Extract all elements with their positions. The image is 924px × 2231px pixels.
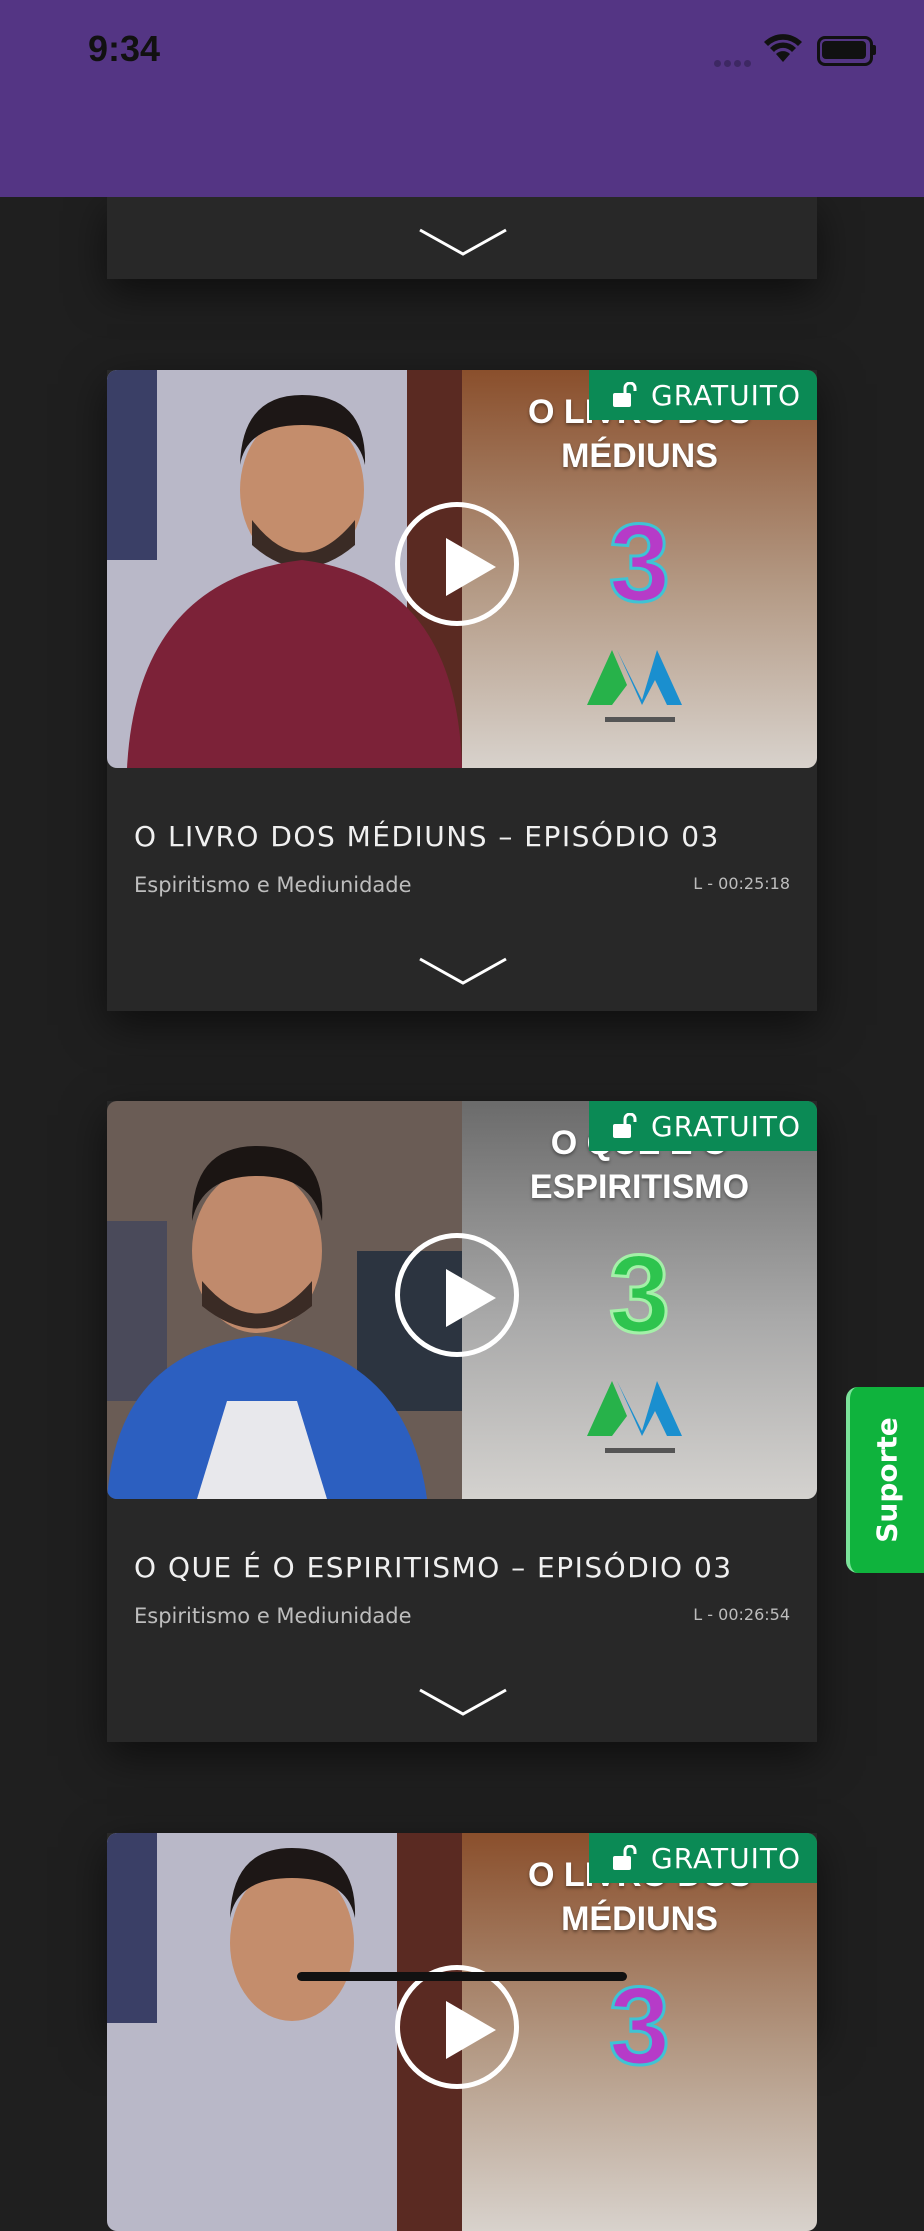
free-badge: GRATUITO <box>589 370 817 420</box>
app-header: 9:34 <box>0 0 924 197</box>
cellular-signal-icon <box>714 54 754 72</box>
video-card[interactable]: O LIVRO DOS MÉDIUNS 3 GRATUITO O LIVRO D… <box>107 370 817 1011</box>
video-duration: L - 00:26:54 <box>693 1605 790 1624</box>
chevron-down-icon[interactable] <box>418 227 508 257</box>
play-button[interactable] <box>395 1233 519 1357</box>
video-card[interactable]: O QUE É O ESPIRITISMO 3 GRATUITO O QUE É… <box>107 1101 817 1742</box>
video-thumbnail[interactable]: O QUE É O ESPIRITISMO 3 GRATUITO <box>107 1101 817 1499</box>
unlock-icon <box>613 1113 637 1138</box>
wifi-icon <box>764 34 802 62</box>
video-title[interactable]: O LIVRO DOS MÉDIUNS – EPISÓDIO 03 <box>134 820 720 853</box>
video-category: Espiritismo e Mediunidade <box>134 873 412 897</box>
chevron-down-icon[interactable] <box>418 1687 508 1717</box>
video-title[interactable]: O QUE É O ESPIRITISMO – EPISÓDIO 03 <box>134 1551 733 1584</box>
home-indicator[interactable] <box>297 1972 627 1981</box>
support-label: Suporte <box>870 1417 904 1543</box>
video-thumbnail[interactable]: O LIVRO DOS MÉDIUNS 3 GRATUITO <box>107 1833 817 2231</box>
video-duration: L - 00:25:18 <box>693 874 790 893</box>
unlock-icon <box>613 382 637 407</box>
unlock-icon <box>613 1845 637 1870</box>
video-thumbnail[interactable]: O LIVRO DOS MÉDIUNS 3 GRATUITO <box>107 370 817 768</box>
free-badge: GRATUITO <box>589 1833 817 1883</box>
brand-logo <box>587 1381 682 1453</box>
chevron-down-icon[interactable] <box>418 956 508 986</box>
video-category: Espiritismo e Mediunidade <box>134 1604 412 1628</box>
play-button[interactable] <box>395 502 519 626</box>
free-badge: GRATUITO <box>589 1101 817 1151</box>
brand-logo <box>587 650 682 722</box>
battery-icon <box>817 36 873 66</box>
play-button[interactable] <box>395 1965 519 2089</box>
video-card-previous <box>107 197 817 279</box>
support-button[interactable]: Suporte <box>846 1387 924 1573</box>
status-time: 9:34 <box>88 28 161 69</box>
video-card[interactable]: O LIVRO DOS MÉDIUNS 3 GRATUITO <box>107 1833 817 2231</box>
